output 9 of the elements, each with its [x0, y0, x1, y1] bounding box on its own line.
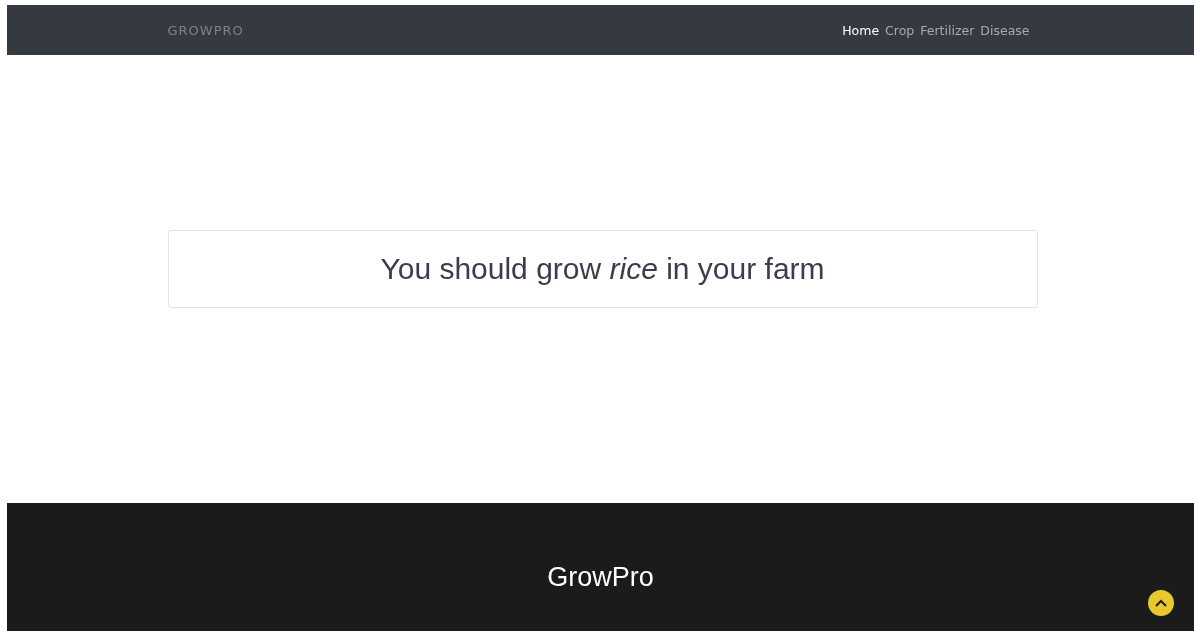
scroll-top-button[interactable] — [1148, 590, 1174, 616]
nav-link[interactable]: Crop — [885, 20, 915, 40]
nav-link[interactable]: Disease — [980, 20, 1030, 40]
nav-link[interactable]: Home — [842, 20, 880, 40]
brand-link[interactable]: GROWPRO — [167, 22, 244, 38]
result-message: You should grow rice in your farm — [380, 252, 825, 286]
chevron-up-icon — [1154, 598, 1168, 608]
footer-title: GrowPro — [547, 561, 654, 593]
nav-link[interactable]: Fertilizer — [920, 20, 975, 40]
